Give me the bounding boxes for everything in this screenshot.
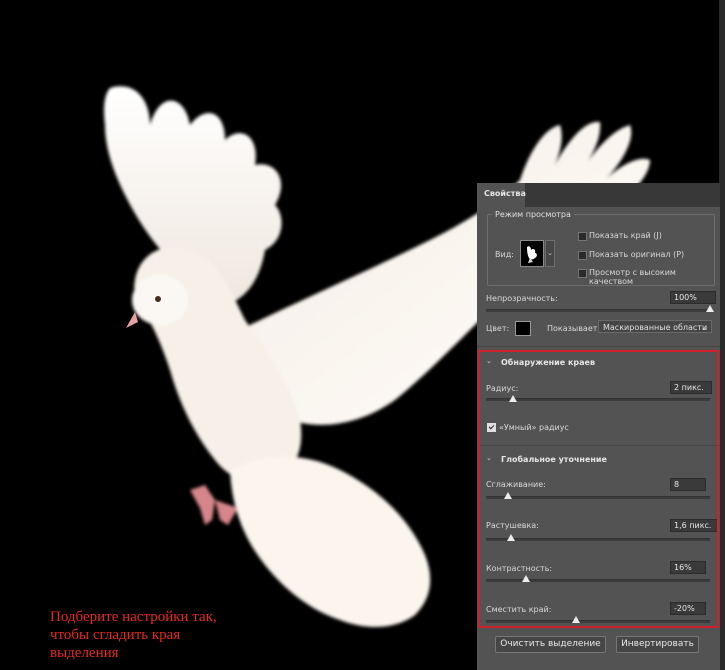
caption-line: чтобы сгладить края bbox=[50, 627, 181, 643]
opacity-slider-track[interactable] bbox=[486, 309, 710, 312]
view-mode-title: Режим просмотра bbox=[492, 210, 574, 219]
high-quality-checkbox[interactable] bbox=[578, 269, 587, 278]
show-edge-label: Показать край (J) bbox=[589, 231, 662, 240]
shows-select-value: Маскированные области bbox=[603, 323, 708, 332]
opacity-label: Непрозрачность: bbox=[486, 294, 558, 303]
invert-button[interactable]: Инвертировать bbox=[616, 636, 699, 653]
show-original-label: Показать оригинал (P) bbox=[589, 250, 685, 259]
color-label: Цвет: bbox=[486, 324, 510, 333]
clear-selection-button[interactable]: Очистить выделение bbox=[495, 636, 606, 653]
view-label: Вид: bbox=[495, 250, 514, 259]
dove-eye bbox=[155, 296, 161, 302]
chevron-down-icon: ⌄ bbox=[547, 249, 553, 257]
high-quality-label: Просмотр с высоким качеством bbox=[589, 268, 676, 286]
instruction-caption: Подберите настройки так, чтобы сгладить … bbox=[50, 608, 270, 662]
caption-line: выделения bbox=[50, 645, 119, 661]
show-original-checkbox[interactable] bbox=[578, 251, 587, 260]
view-dropdown-toggle[interactable]: ⌄ bbox=[545, 240, 555, 267]
caption-line: Подберите настройки так, bbox=[50, 609, 217, 625]
view-thumbnail[interactable] bbox=[520, 240, 544, 267]
tab-properties[interactable]: Свойства bbox=[477, 183, 526, 207]
panel-header: Свойства bbox=[477, 183, 720, 207]
color-swatch[interactable] bbox=[515, 321, 531, 336]
section-divider bbox=[477, 346, 720, 347]
chevron-down-icon: ⌄ bbox=[701, 323, 708, 332]
shows-select[interactable]: Маскированные области ⌄ bbox=[598, 320, 712, 333]
shows-label: Показывает: bbox=[547, 324, 601, 333]
opacity-slider-handle[interactable] bbox=[706, 305, 714, 312]
show-edge-checkbox[interactable] bbox=[578, 232, 587, 241]
opacity-field[interactable]: 100% bbox=[670, 291, 716, 304]
dove-thumbnail-icon bbox=[527, 246, 537, 263]
highlight-frame bbox=[478, 350, 719, 628]
